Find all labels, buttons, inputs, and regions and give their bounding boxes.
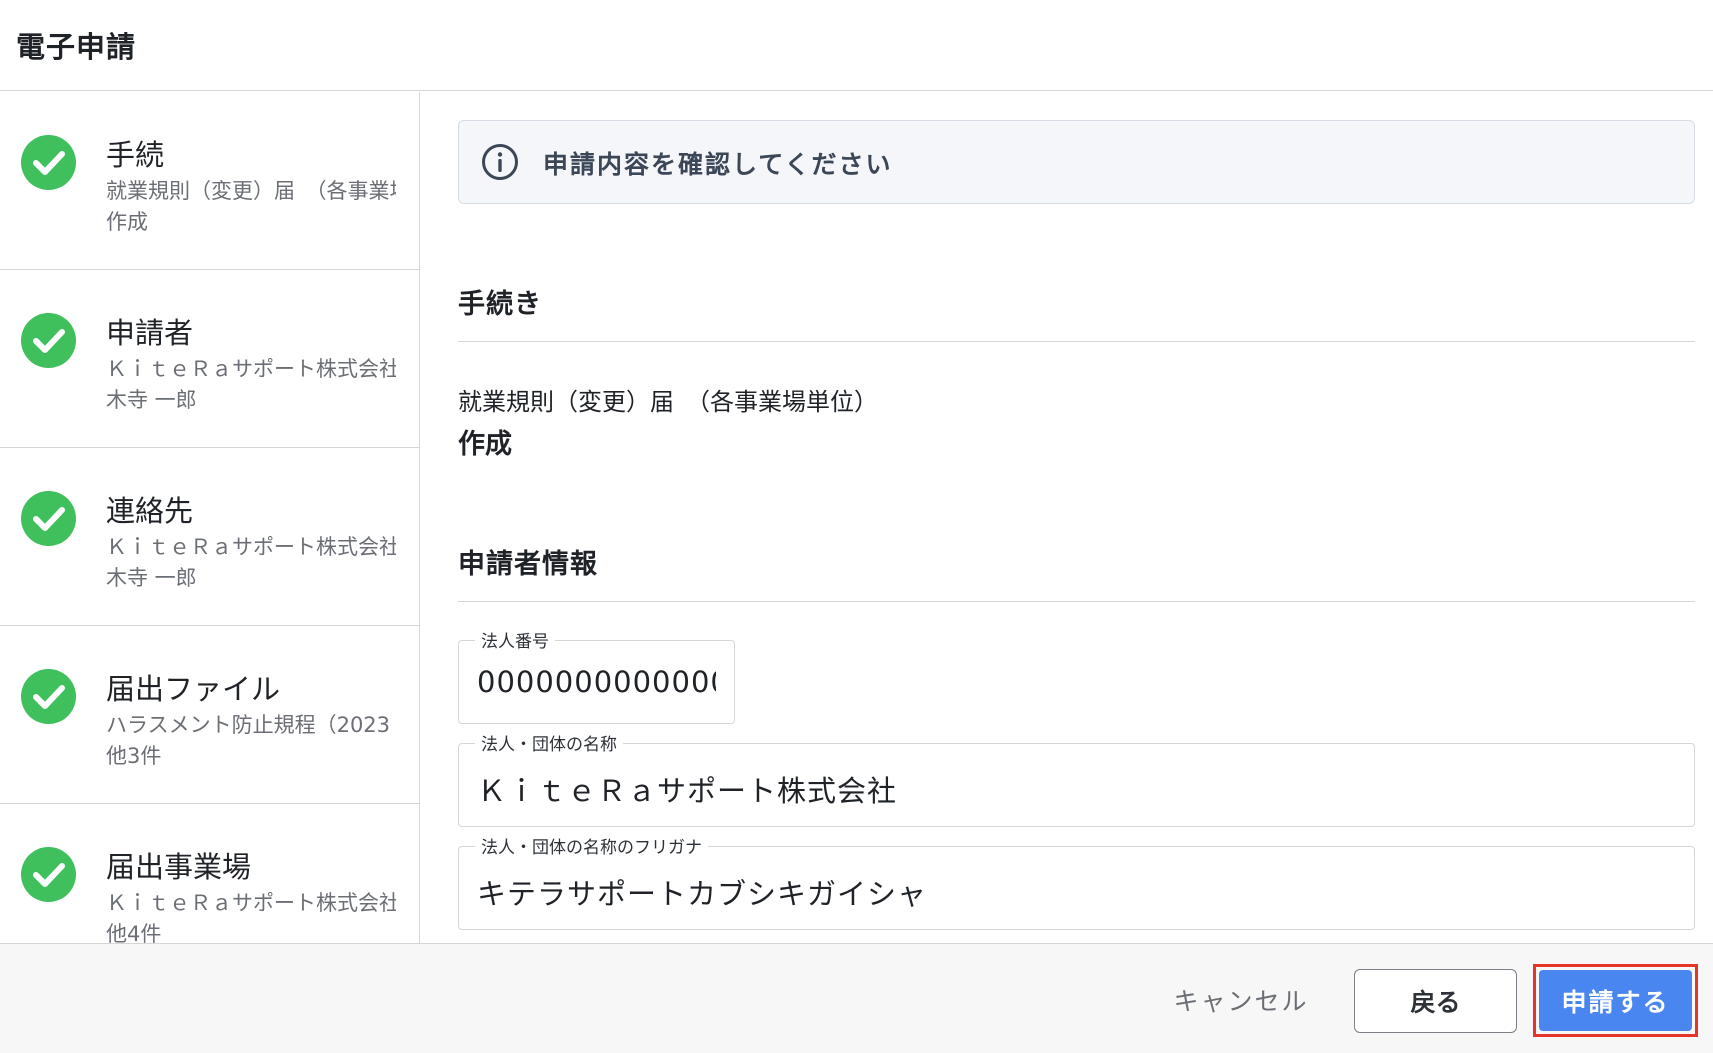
step-title: 連絡先 [106,494,194,528]
check-circle-icon [21,135,76,190]
info-banner: 申請内容を確認してください [458,120,1695,204]
corporate-number-field[interactable]: 法人番号 0000000000000 [458,627,735,724]
step-summary-line: 作成 [106,210,148,234]
step-title: 届出事業場 [106,850,252,884]
check-circle-icon [21,491,76,546]
section-heading-applicant: 申請者情報 [458,549,598,580]
submit-highlight: 申請する [1533,964,1698,1037]
step-summary-line: 木寺 一郎 [106,388,197,412]
step-summary-line: 他3件 [106,744,162,768]
confirmation-panel: 申請内容を確認してください 手続き 就業規則（変更）届 （各事業場単位） 作成 … [421,92,1713,943]
divider [458,601,1695,602]
corporate-name-kana-field[interactable]: 法人・団体の名称のフリガナ キテラサポートカブシキガイシャ [458,833,1695,930]
divider [458,341,1695,342]
field-label: 法人・団体の名称 [475,730,623,755]
step-title: 届出ファイル [106,672,281,706]
field-value: キテラサポートカブシキガイシャ [477,877,928,911]
section-heading-procedure: 手続き [458,289,542,320]
action-footer: キャンセル 戻る 申請する [0,943,1713,1053]
step-summary-line: 就業規則（変更）届 （各事業場単位） [106,179,396,203]
corporate-name-field[interactable]: 法人・団体の名称 ＫｉｔｅＲａサポート株式会社 [458,730,1695,827]
step-summary-line: ＫｉｔｅＲａサポート株式会社 [106,535,396,559]
step-item-procedure[interactable]: 手続 就業規則（変更）届 （各事業場単位） 作成 [0,92,419,270]
step-summary: ＫｉｔｅＲａサポート株式会社 木寺 一郎 [106,532,396,594]
step-summary-line: ハラスメント防止規程（2023 [106,713,391,737]
step-summary-line: 木寺 一郎 [106,566,197,590]
step-item-workplaces[interactable]: 届出事業場 ＫｉｔｅＲａサポート株式会社 他4件 [0,804,419,943]
step-sidebar: 手続 就業規則（変更）届 （各事業場単位） 作成 申請者 ＫｉｔｅＲａサポート株… [0,92,420,943]
step-item-files[interactable]: 届出ファイル ハラスメント防止規程（2023 他3件 [0,626,419,804]
field-label: 法人・団体の名称のフリガナ [475,833,708,858]
procedure-name: 就業規則（変更）届 （各事業場単位） [458,388,878,416]
check-circle-icon [21,847,76,902]
page-title: 電子申請 [16,30,137,64]
info-message: 申請内容を確認してください [543,150,893,179]
step-title: 手続 [106,138,165,172]
step-summary-line: 他4件 [106,922,162,943]
step-summary: 就業規則（変更）届 （各事業場単位） 作成 [106,176,396,238]
check-circle-icon [21,313,76,368]
step-summary: ハラスメント防止規程（2023 他3件 [106,710,396,772]
step-item-applicant[interactable]: 申請者 ＫｉｔｅＲａサポート株式会社 木寺 一郎 [0,270,419,448]
check-circle-icon [21,669,76,724]
step-title: 申請者 [106,316,194,350]
submit-button[interactable]: 申請する [1539,970,1692,1031]
field-value: 0000000000000 [477,665,716,699]
step-summary: ＫｉｔｅＲａサポート株式会社 木寺 一郎 [106,354,396,416]
app-header: 電子申請 [0,0,1713,91]
step-summary: ＫｉｔｅＲａサポート株式会社 他4件 [106,888,396,943]
cancel-button[interactable]: キャンセル [1166,980,1316,1020]
step-item-contact[interactable]: 連絡先 ＫｉｔｅＲａサポート株式会社 木寺 一郎 [0,448,419,626]
info-icon [482,144,518,180]
step-summary-line: ＫｉｔｅＲａサポート株式会社 [106,891,396,915]
field-value: ＫｉｔｅＲａサポート株式会社 [477,774,898,808]
step-summary-line: ＫｉｔｅＲａサポート株式会社 [106,357,396,381]
back-button[interactable]: 戻る [1354,969,1517,1033]
field-label: 法人番号 [475,627,555,652]
procedure-action: 作成 [458,429,512,460]
